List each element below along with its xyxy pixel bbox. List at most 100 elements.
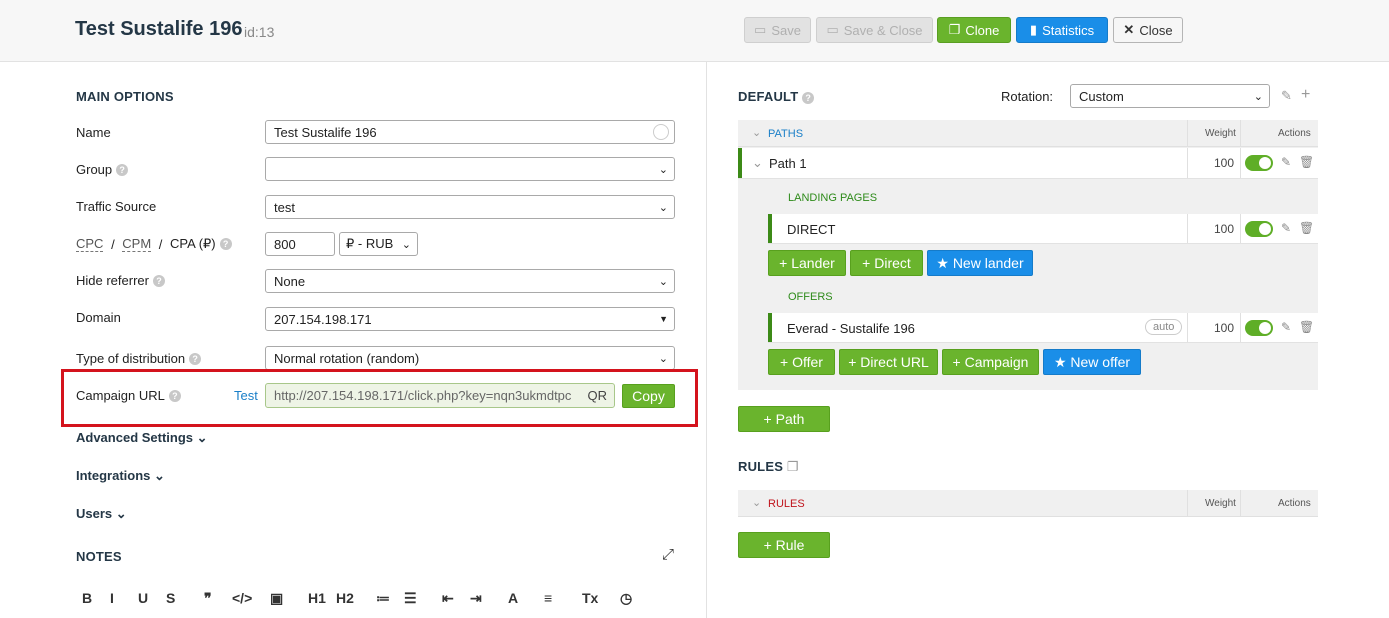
chevron-down-icon: ⌄ <box>154 468 165 483</box>
add-rule-button[interactable]: + Rule <box>738 532 830 558</box>
h2-icon[interactable]: H2 <box>336 590 354 606</box>
strike-icon[interactable]: S <box>166 590 175 606</box>
pencil-icon[interactable]: ✎ <box>1281 88 1292 104</box>
lander-toggle[interactable] <box>1245 221 1273 237</box>
pencil-icon[interactable]: ✎ <box>1281 221 1291 235</box>
plus-icon: + <box>862 255 875 271</box>
underline-icon[interactable]: U <box>138 590 148 606</box>
chevron-down-icon[interactable]: ⌄ <box>752 496 761 509</box>
chevron-down-icon: ⌄ <box>1253 91 1263 103</box>
bar-chart-icon: ▮ <box>1029 22 1038 37</box>
new-lander-button[interactable]: ★ New lander <box>927 250 1033 276</box>
campaign-url-label: Campaign URL? <box>76 388 181 403</box>
star-icon: ★ <box>1053 353 1071 370</box>
lander-row[interactable]: DIRECT 100 ✎ 🗑 <box>768 214 1318 244</box>
align-icon[interactable]: ≡ <box>544 590 552 606</box>
save-button[interactable]: ▭ Save <box>744 17 811 43</box>
cpa-label: CPA (₽) <box>170 236 216 251</box>
col-divider <box>1240 120 1241 147</box>
cpc-toggle[interactable]: CPC <box>76 236 104 252</box>
chevron-down-icon: ⌄ <box>115 506 127 521</box>
trash-icon[interactable]: 🗑 <box>1299 221 1314 235</box>
path-toggle[interactable] <box>1245 155 1273 171</box>
traffic-source-label: Traffic Source <box>76 199 157 214</box>
copy-button[interactable]: Copy <box>622 384 675 408</box>
col-divider <box>1240 313 1241 342</box>
h1-icon[interactable]: H1 <box>308 590 326 606</box>
domain-select[interactable]: 207.154.198.171 ▼ <box>265 307 675 331</box>
clear-format-icon[interactable]: Tx <box>582 590 598 606</box>
floppy-icon: ▭ <box>826 22 839 37</box>
cpm-toggle[interactable]: CPM <box>122 236 152 252</box>
add-direct-button[interactable]: + Direct <box>850 250 923 276</box>
add-direct-url-button[interactable]: + Direct URL <box>839 349 938 375</box>
expand-icon[interactable]: ⤢ <box>662 546 674 563</box>
trash-icon[interactable]: 🗑 <box>1299 320 1314 334</box>
trash-icon[interactable]: 🗑 <box>1299 155 1314 169</box>
quote-icon[interactable]: ❞ <box>204 590 212 607</box>
campaign-url-field[interactable]: http://207.154.198.171/click.php?key=nqn… <box>265 383 615 408</box>
integrations-toggle[interactable]: Integrations ⌄ <box>76 468 165 484</box>
statistics-button[interactable]: ▮ Statistics <box>1016 17 1108 43</box>
help-icon[interactable]: ? <box>189 352 202 365</box>
chevron-down-icon: ⌄ <box>658 202 668 214</box>
plus-icon[interactable]: + <box>1301 86 1310 104</box>
add-path-button[interactable]: + Path <box>738 406 830 432</box>
traffic-source-select[interactable]: test ⌄ <box>265 195 675 219</box>
indent-icon[interactable]: ⇥ <box>470 590 482 607</box>
qr-button[interactable]: QR <box>588 388 608 403</box>
ordered-list-icon[interactable]: ≔ <box>376 590 390 607</box>
rotation-label: Rotation: <box>1001 89 1054 104</box>
name-field[interactable]: Test Sustalife 196 <box>265 120 675 144</box>
triangle-down-icon: ▼ <box>659 314 668 324</box>
name-label: Name <box>76 125 111 140</box>
distribution-select[interactable]: Normal rotation (random) ⌄ <box>265 346 675 370</box>
col-divider <box>1187 490 1188 517</box>
pencil-icon[interactable]: ✎ <box>1281 320 1291 334</box>
italic-icon[interactable]: I <box>110 590 114 606</box>
help-icon[interactable]: ? <box>802 92 815 104</box>
offer-row[interactable]: Everad - Sustalife 196 auto 100 ✎ 🗑 <box>768 313 1318 343</box>
landing-pages-label: LANDING PAGES <box>788 192 878 204</box>
cost-value-field[interactable]: 800 <box>265 232 335 256</box>
col-divider <box>1187 148 1188 178</box>
history-icon[interactable]: ◷ <box>620 590 632 607</box>
new-offer-button[interactable]: ★ New offer <box>1043 349 1141 375</box>
copy-icon[interactable]: ❐ <box>787 459 799 474</box>
plus-icon: + <box>780 354 793 370</box>
help-icon[interactable]: ? <box>219 238 232 250</box>
rules-header-row: ⌄ RULES Weight Actions <box>738 490 1318 517</box>
chevron-down-icon[interactable]: ⌄ <box>752 126 761 139</box>
col-divider <box>1240 214 1241 243</box>
bold-icon[interactable]: B <box>82 590 92 606</box>
help-icon[interactable]: ? <box>116 163 129 176</box>
chevron-down-icon[interactable]: ⌄ <box>752 155 763 171</box>
add-campaign-button[interactable]: + Campaign <box>942 349 1039 375</box>
offer-toggle[interactable] <box>1245 320 1273 336</box>
currency-select[interactable]: ₽ - RUB ⌄ <box>339 232 418 256</box>
add-lander-button[interactable]: + Lander <box>768 250 846 276</box>
notes-title: NOTES <box>76 549 122 564</box>
close-button[interactable]: ✕ Close <box>1113 17 1183 43</box>
text-color-icon[interactable]: A <box>508 590 518 606</box>
help-icon[interactable]: ? <box>168 389 181 402</box>
image-icon[interactable]: ▣ <box>270 590 283 607</box>
rotation-select[interactable]: Custom ⌄ <box>1070 84 1270 108</box>
help-icon[interactable]: ? <box>152 274 165 287</box>
add-offer-button[interactable]: + Offer <box>768 349 835 375</box>
advanced-settings-toggle[interactable]: Advanced Settings ⌄ <box>76 430 208 446</box>
top-bar: Test Sustalife 196 id:13 ▭ Save ▭ Save & C… <box>0 0 1389 62</box>
path-row[interactable]: ⌄ Path 1 100 ✎ 🗑 <box>738 148 1318 179</box>
bullet-list-icon[interactable]: ☰ <box>404 590 417 607</box>
pencil-icon[interactable]: ✎ <box>1281 155 1291 169</box>
main-options-title: MAIN OPTIONS <box>76 89 174 104</box>
users-toggle[interactable]: Users ⌄ <box>76 506 127 522</box>
code-icon[interactable]: </> <box>232 590 252 606</box>
test-link[interactable]: Test <box>234 388 258 403</box>
hide-referrer-select[interactable]: None ⌄ <box>265 269 675 293</box>
outdent-icon[interactable]: ⇤ <box>442 590 454 607</box>
group-select[interactable]: ⌄ <box>265 157 675 181</box>
clone-button[interactable]: ❐ Clone <box>937 17 1011 43</box>
campaign-id: id:13 <box>244 24 275 40</box>
save-close-button[interactable]: ▭ Save & Close <box>816 17 933 43</box>
